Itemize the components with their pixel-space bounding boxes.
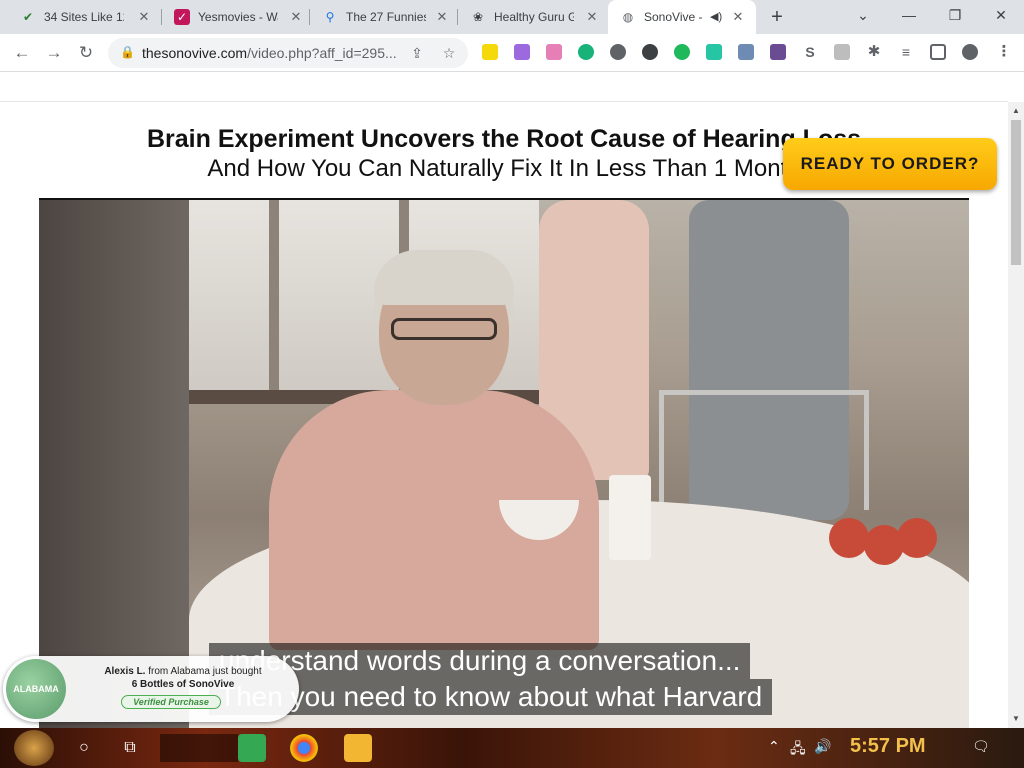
extension-icon[interactable] [674, 44, 690, 60]
taskbar-search-box[interactable] [160, 734, 238, 762]
new-tab-button[interactable]: + [766, 6, 788, 28]
yesmovies-icon: ✓ [174, 9, 190, 25]
video-player[interactable]: understand words during a conversation..… [39, 198, 969, 728]
ready-to-order-button[interactable]: READY TO ORDER? [783, 138, 997, 190]
menu-kebab-icon[interactable]: ⋮ [996, 44, 1012, 60]
scene-milk-glass [609, 475, 651, 560]
tab-title: SonoVive - [644, 10, 703, 24]
reload-button[interactable]: ↻ [74, 41, 98, 65]
scene-glasses [391, 318, 497, 340]
minimize-button[interactable]: — [886, 0, 932, 30]
close-tab-icon[interactable]: ✕ [288, 9, 304, 25]
speaker-icon[interactable]: ◀) [710, 10, 722, 23]
divider [0, 101, 1008, 102]
extensions-puzzle-icon[interactable]: ✱ [866, 44, 882, 60]
tab-title: Yesmovies - Wa [198, 10, 278, 24]
tab-strip: ✔ 34 Sites Like 123 ✕ ✓ Yesmovies - Wa ✕… [0, 0, 1024, 34]
extension-icon[interactable] [834, 44, 850, 60]
close-tab-icon[interactable]: ✕ [434, 9, 450, 25]
tab-healthy-guru[interactable]: ❀ Healthy Guru Gi ✕ [458, 0, 608, 34]
map-pin-icon: ⚲ [325, 10, 335, 24]
purchase-notification[interactable]: ALABAMA Alexis L. from Alabama just boug… [3, 656, 299, 722]
taskbar-clock[interactable]: 5:57 PM [850, 735, 926, 758]
lotus-icon: ❀ [472, 10, 484, 24]
scroll-up-arrow[interactable]: ▲ [1008, 104, 1024, 118]
address-bar[interactable]: 🔒 thesonovive.com/video.php?aff_id=295..… [108, 38, 468, 68]
chat-extension-icon[interactable] [642, 44, 658, 60]
side-panel-icon[interactable] [930, 44, 946, 60]
close-tab-icon[interactable]: ✕ [584, 9, 600, 25]
page-scrollbar[interactable]: ▲ ▼ [1008, 102, 1024, 728]
extension-s-icon[interactable]: S [802, 44, 818, 60]
verified-purchase-badge: Verified Purchase [121, 695, 221, 709]
taskbar: ○ ⧉ ⌃ 🖧 🔊 5:57 PM 🗨 [0, 728, 1024, 768]
web-page: Brain Experiment Uncovers the Root Cause… [0, 73, 1008, 728]
task-view-icon[interactable]: ⧉ [118, 736, 142, 760]
checkmark-icon: ✔ [22, 10, 34, 24]
start-button[interactable] [14, 730, 54, 766]
tab-title: The 27 Funniest [346, 10, 426, 24]
tab-funniest[interactable]: ⚲ The 27 Funniest ✕ [310, 0, 458, 34]
browser-toolbar: ← → ↻ 🔒 thesonovive.com/video.php?aff_id… [0, 34, 1024, 72]
tray-chevron-icon[interactable]: ⌃ [768, 738, 780, 755]
scene-walker [659, 390, 869, 510]
notification-product: 6 Bottles of SonoVive [131, 679, 235, 690]
lock-icon[interactable]: 🔒 [120, 45, 135, 59]
close-window-button[interactable]: ✕ [978, 0, 1024, 30]
close-tab-icon[interactable]: ✕ [730, 9, 746, 25]
screen: ✔ 34 Sites Like 123 ✕ ✓ Yesmovies - Wa ✕… [0, 0, 1024, 768]
sheets-app-icon[interactable] [238, 734, 266, 762]
media-control-icon[interactable]: ≡ [898, 44, 914, 60]
extension-icon[interactable] [770, 44, 786, 60]
url-text: thesonovive.com/video.php?aff_id=295... [142, 45, 397, 61]
share-icon[interactable]: ⇪ [408, 44, 426, 62]
chrome-app-icon[interactable] [290, 734, 318, 762]
file-explorer-icon[interactable] [344, 734, 372, 762]
tab-34-sites[interactable]: ✔ 34 Sites Like 123 ✕ [8, 0, 160, 34]
notification-buyer: Alexis L. from Alabama just bought [104, 666, 262, 677]
search-circle-icon[interactable]: ○ [72, 736, 96, 760]
forward-button[interactable]: → [42, 41, 66, 65]
tab-search-button[interactable]: ⌄ [840, 0, 886, 30]
scene-left-person [39, 200, 189, 728]
map-icon: ALABAMA [6, 659, 66, 719]
notification-center-icon[interactable]: 🗨 [972, 738, 990, 755]
extension-icon[interactable] [738, 44, 754, 60]
extension-icon[interactable] [578, 44, 594, 60]
extension-icon[interactable] [482, 44, 498, 60]
restore-button[interactable]: ❐ [932, 0, 978, 30]
profile-avatar-icon[interactable] [962, 44, 978, 60]
close-tab-icon[interactable]: ✕ [136, 9, 152, 25]
globe-icon: ◍ [622, 10, 634, 24]
extension-icon[interactable] [546, 44, 562, 60]
extension-icon[interactable] [706, 44, 722, 60]
tab-title: Healthy Guru Gi [494, 10, 574, 24]
tab-title: 34 Sites Like 123 [44, 10, 124, 24]
extension-icon[interactable] [610, 44, 626, 60]
scroll-down-arrow[interactable]: ▼ [1008, 712, 1024, 726]
bookmark-star-icon[interactable]: ☆ [440, 44, 458, 62]
tab-yesmovies[interactable]: ✓ Yesmovies - Wa ✕ [162, 0, 312, 34]
back-button[interactable]: ← [10, 41, 34, 65]
scroll-thumb[interactable] [1011, 120, 1021, 265]
tab-sonovive[interactable]: ◍ SonoVive - ◀) ✕ [608, 0, 756, 34]
volume-icon[interactable]: 🔊 [814, 738, 831, 755]
extension-icon[interactable] [514, 44, 530, 60]
network-icon[interactable]: 🖧 [790, 738, 806, 762]
